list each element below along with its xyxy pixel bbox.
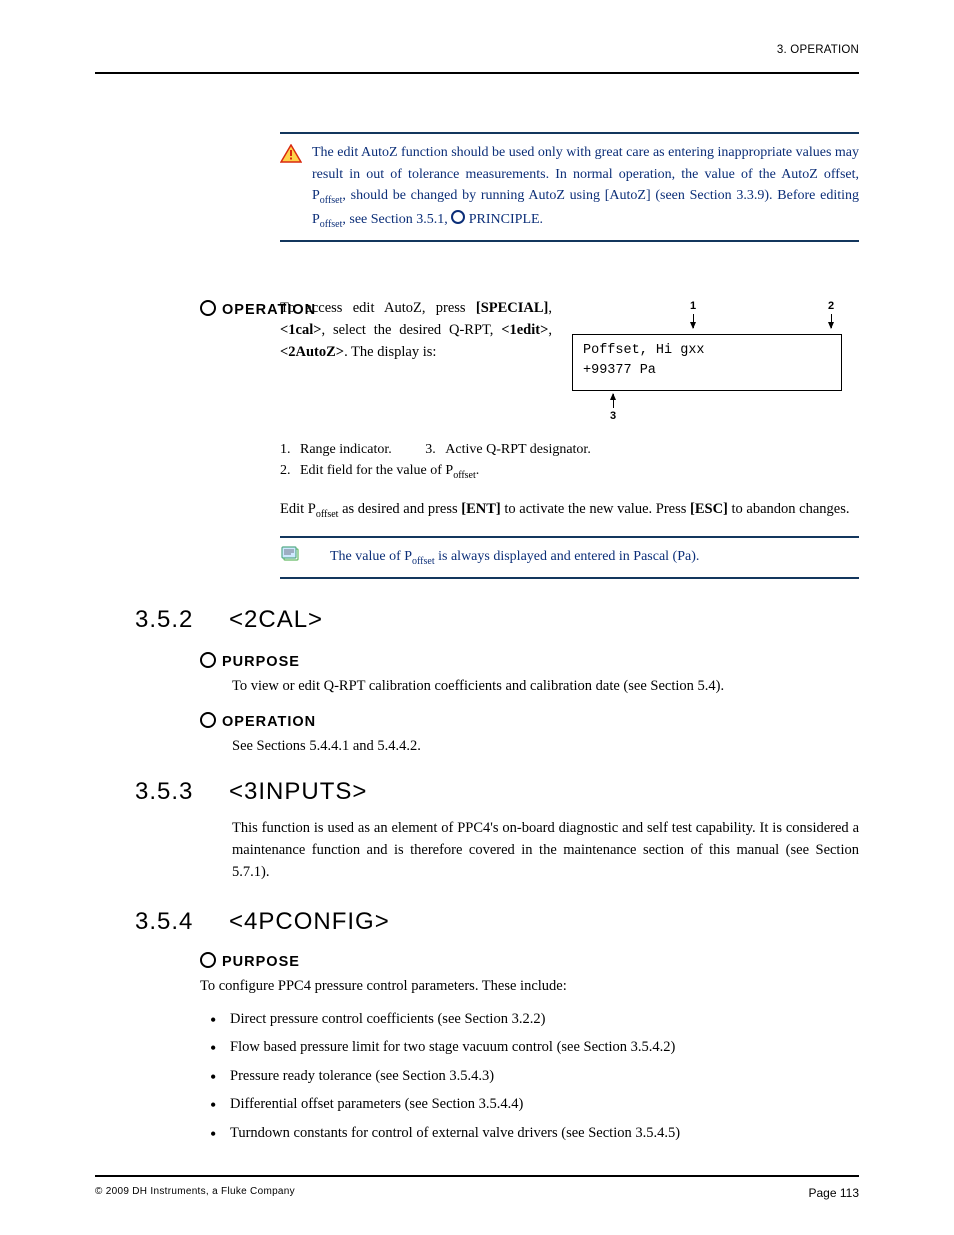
purpose3-text: To configure PPC4 pressure control param… [200, 976, 859, 998]
list-item: Turndown constants for control of extern… [200, 1122, 859, 1144]
note-sub: offset [412, 555, 435, 566]
legend-2a: Edit field for the value of P [300, 463, 453, 478]
purpose-heading: PURPOSE [200, 652, 300, 671]
warn-sub-1: offset [320, 195, 343, 206]
purpose3-heading: PURPOSE [200, 952, 300, 971]
legend-1: Range indicator. [300, 442, 392, 457]
footer-copyright: © 2009 DH Instruments, a Fluke Company [95, 1186, 295, 1197]
op-seg-8: <2AutoZ> [280, 344, 344, 360]
section-3-5-4-heading: 3.5.4<4PCONFIG> [135, 908, 390, 936]
arrow-down-icon [831, 314, 832, 328]
list-item: Differential offset parameters (see Sect… [200, 1093, 859, 1115]
diagram-arrow-1: 1 [690, 300, 696, 312]
warn-sub-2: offset [320, 218, 343, 229]
warning-callout: The edit AutoZ function should be used o… [280, 132, 859, 262]
op-seg-7: , [548, 322, 552, 338]
arrow-up-icon [613, 394, 614, 408]
operation2-text: See Sections 5.4.4.1 and 5.4.4.2. [232, 736, 859, 758]
operation-paragraph-2: Edit Poffset as desired and press [ENT] … [280, 499, 859, 522]
op2-seg-5: [ESC] [690, 501, 728, 517]
operation2-heading: OPERATION [200, 712, 316, 731]
note-icon [280, 546, 302, 564]
header-section-label: 3. OPERATION [777, 44, 859, 56]
arrow-down-icon [693, 314, 694, 328]
op-seg-6: <1edit> [501, 322, 548, 338]
op-seg-5: , select the desired Q-RPT, [322, 322, 502, 338]
display-line-1: Poffset, Hi gxx [583, 343, 705, 358]
operation-paragraph-row: To access edit AutoZ, press [SPECIAL], <… [280, 298, 859, 427]
display-diagram: 1 2 Poffset, Hi gxx +99377 Pa 3 [572, 298, 859, 427]
ring-bullet-icon [451, 210, 465, 224]
footer-page-number: Page 113 [809, 1186, 860, 1200]
section2-title: <3INPUTS> [229, 778, 367, 805]
diagram-arrow-3: 3 [610, 410, 616, 422]
header-rule [95, 72, 859, 74]
op-seg-9: . The display is: [344, 344, 436, 360]
purpose-text: To view or edit Q-RPT calibration coeffi… [232, 676, 859, 698]
warning-icon [280, 144, 302, 164]
display-line-2: +99377 Pa [583, 363, 656, 378]
note-seg-2: is always displayed and entered in Pasca… [435, 549, 700, 564]
warning-text: The edit AutoZ function should be used o… [312, 142, 859, 232]
note-text: The value of Poffset is always displayed… [312, 546, 699, 569]
display-box: Poffset, Hi gxx +99377 Pa [572, 334, 842, 391]
ring-bullet-icon [200, 300, 216, 316]
section3-title: <4PCONFIG> [229, 908, 390, 935]
op-seg-2: [SPECIAL] [476, 300, 549, 316]
op2-seg-6: to abandon changes. [728, 501, 850, 517]
section-3-5-2-heading: 3.5.2<2CAL> [135, 606, 323, 634]
ring-bullet-icon [200, 952, 216, 968]
legend-2b: . [476, 463, 480, 478]
list-item: Flow based pressure limit for two stage … [200, 1036, 859, 1058]
list-item: Pressure ready tolerance (see Section 3.… [200, 1065, 859, 1087]
warn-seg-3: , see Section 3.5.1, [342, 212, 451, 227]
op-seg-3: , [548, 300, 552, 316]
display-content: Poffset, Hi gxx +99377 Pa [573, 335, 841, 386]
op2-seg-3: [ENT] [461, 501, 500, 517]
section2-body: This function is used as an element of P… [232, 818, 859, 883]
diagram-legend: 1.Range indicator. 3.Active Q-RPT design… [280, 439, 859, 483]
pconfig-list: Direct pressure control coefficients (se… [200, 1008, 859, 1144]
legend-2-sub: offset [453, 470, 476, 481]
warn-seg-4: PRINCIPLE. [465, 212, 543, 227]
note-callout: The value of Poffset is always displayed… [280, 536, 859, 579]
section2-num: 3.5.3 [135, 778, 229, 806]
op2-seg-1: Edit P [280, 501, 316, 517]
operation2-heading-text: OPERATION [222, 714, 316, 730]
op2-seg-2: as desired and press [338, 501, 461, 517]
op-seg-4: <1cal> [280, 322, 322, 338]
section-title: <2CAL> [229, 606, 323, 633]
section-3-5-3-heading: 3.5.3<3INPUTS> [135, 778, 367, 806]
purpose-heading-text: PURPOSE [222, 654, 300, 670]
section-num: 3.5.2 [135, 606, 229, 634]
note-seg-1: The value of P [330, 549, 412, 564]
purpose3-heading-text: PURPOSE [222, 954, 300, 970]
page: 3. OPERATION The edit AutoZ function sho… [0, 0, 954, 1235]
footer-rule [95, 1175, 859, 1177]
op2-sub: offset [316, 509, 339, 520]
ring-bullet-icon [200, 712, 216, 728]
section3-num: 3.5.4 [135, 908, 229, 936]
op2-seg-4: to activate the new value. Press [501, 501, 690, 517]
ring-bullet-icon [200, 652, 216, 668]
op-seg-1: To access edit AutoZ, press [280, 300, 476, 316]
list-item: Direct pressure control coefficients (se… [200, 1008, 859, 1030]
legend-3: Active Q-RPT designator. [445, 442, 591, 457]
diagram-arrow-2: 2 [828, 300, 834, 312]
operation-paragraph-1: To access edit AutoZ, press [SPECIAL], <… [280, 298, 552, 363]
